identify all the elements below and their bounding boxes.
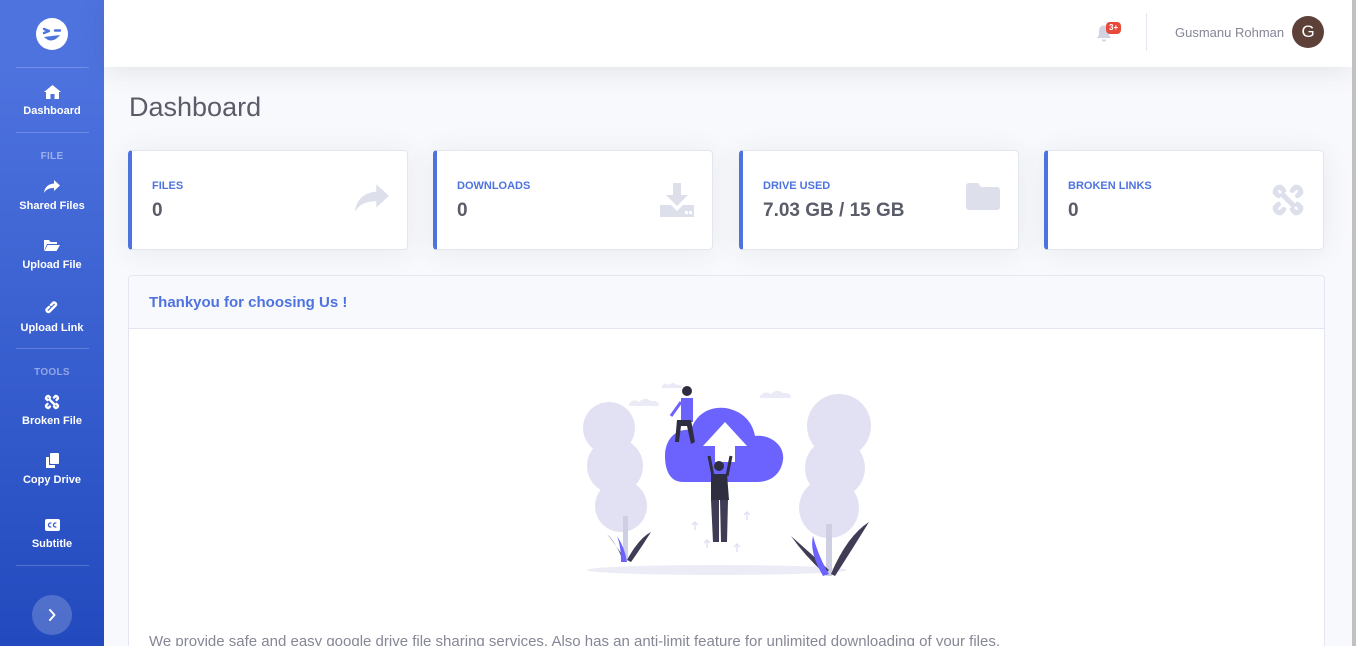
welcome-panel: Thankyou for choosing Us ! We provide sa… — [128, 275, 1325, 646]
sidebar-item-label: Subtitle — [31, 538, 73, 550]
stat-value: 0 — [457, 200, 468, 221]
stat-card-files: FILES 0 — [128, 150, 408, 250]
sidebar-item-label: Shared Files — [19, 200, 85, 212]
stat-card-downloads: DOWNLOADS 0 — [433, 150, 713, 250]
chevron-right-icon — [49, 609, 56, 621]
page-title: Dashboard — [129, 92, 262, 122]
panel-header: Thankyou for choosing Us ! — [129, 276, 1324, 329]
page-scrollbar[interactable] — [1352, 0, 1356, 646]
notifications-button[interactable]: 3+ — [1094, 22, 1122, 42]
sidebar-item-copy-drive[interactable]: Copy Drive — [0, 437, 104, 501]
sidebar-item-dashboard[interactable]: Dashboard — [0, 68, 104, 132]
sidebar-divider — [15, 565, 89, 566]
sidebar-item-broken-file[interactable]: Broken File — [0, 383, 104, 437]
sidebar-divider — [15, 132, 89, 133]
folder-open-icon — [44, 237, 60, 254]
notification-badge: 3+ — [1106, 22, 1122, 34]
stat-card-drive-used: DRIVE USED 7.03 GB / 15 GB — [739, 150, 1019, 250]
user-name: Gusmanu Rohman — [1175, 24, 1285, 40]
sidebar-item-label: Upload Link — [20, 322, 84, 334]
copy-icon — [45, 452, 59, 469]
sidebar-item-label: Upload File — [22, 259, 82, 271]
stat-label: DRIVE USED — [763, 180, 831, 192]
stat-value: 0 — [1068, 200, 1079, 221]
user-dropdown[interactable]: Gusmanu Rohman G — [1175, 16, 1325, 48]
sidebar-item-shared-files[interactable]: Shared Files — [0, 168, 104, 222]
download-icon — [660, 183, 694, 222]
topbar-divider — [1146, 13, 1147, 51]
share-icon — [44, 178, 60, 195]
stat-label: BROKEN LINKS — [1068, 180, 1152, 192]
sidebar-brand[interactable] — [0, 0, 104, 67]
sidebar-item-label: Copy Drive — [22, 474, 82, 486]
stat-label: DOWNLOADS — [457, 180, 531, 192]
stat-card-broken-links: BROKEN LINKS 0 — [1044, 150, 1324, 250]
home-icon — [43, 83, 61, 100]
sidebar-heading-tools: TOOLS — [34, 367, 70, 378]
app-window: Dashboard FILE Shared Files Upload File … — [0, 0, 1356, 646]
folder-icon — [966, 183, 1000, 215]
avatar: G — [1292, 16, 1325, 48]
closed-captioning-icon — [44, 516, 60, 533]
topbar: 3+ Gusmanu Rohman G — [104, 0, 1352, 67]
scrollbar-thumb[interactable] — [1352, 0, 1356, 646]
sidebar: Dashboard FILE Shared Files Upload File … — [0, 0, 104, 646]
panel-description: We provide safe and easy google drive fi… — [149, 633, 1001, 646]
unlink-icon — [44, 393, 60, 410]
sidebar-heading-file: FILE — [40, 151, 64, 162]
sidebar-item-upload-link[interactable]: Upload Link — [0, 286, 104, 348]
share-icon — [355, 183, 389, 218]
stat-value: 7.03 GB / 15 GB — [763, 200, 905, 221]
stat-value: 0 — [152, 200, 163, 221]
stat-label: FILES — [152, 180, 184, 192]
panel-title: Thankyou for choosing Us ! — [149, 293, 348, 311]
winking-face-icon — [36, 17, 68, 50]
sidebar-divider — [15, 348, 89, 349]
link-icon — [44, 300, 60, 317]
cloud-upload-illustration — [583, 383, 871, 576]
sidebar-item-label: Broken File — [22, 415, 82, 427]
sidebar-toggle-button[interactable] — [32, 595, 72, 635]
unlink-icon — [1271, 183, 1305, 222]
sidebar-item-upload-file[interactable]: Upload File — [0, 222, 104, 286]
sidebar-item-label: Dashboard — [23, 105, 81, 117]
sidebar-item-subtitle[interactable]: Subtitle — [0, 501, 104, 565]
